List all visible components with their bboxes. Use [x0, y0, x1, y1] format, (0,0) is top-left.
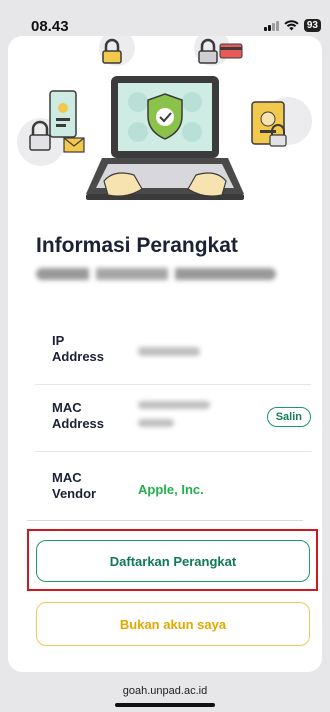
divider [27, 520, 303, 521]
info-label: IP Address [52, 333, 105, 364]
register-device-button[interactable]: Daftarkan Perangkat [36, 540, 310, 582]
mac-value-redacted [138, 419, 174, 427]
status-time: 08.43 [31, 18, 69, 35]
not-my-account-button[interactable]: Bukan akun saya [36, 602, 310, 646]
page-title: Informasi Perangkat [36, 234, 238, 257]
info-row-vendor: MAC Vendor Apple, Inc. [35, 452, 311, 518]
info-label: MAC Address [52, 400, 105, 431]
device-info-list: IP Address MAC Address Salin MAC Vendor … [35, 318, 311, 518]
wifi-icon [284, 20, 299, 31]
info-row-mac: MAC Address Salin [35, 385, 311, 452]
mac-value-redacted [138, 401, 210, 409]
url-bar[interactable]: goah.unpad.ac.id [0, 685, 330, 697]
home-indicator [115, 703, 215, 707]
copy-mac-button[interactable]: Salin [266, 407, 311, 427]
info-row-ip: IP Address [35, 318, 311, 385]
vendor-value: Apple, Inc. [138, 482, 204, 497]
info-label: MAC Vendor [52, 470, 97, 501]
battery-icon: 93 [303, 19, 321, 32]
user-name-redacted [36, 268, 276, 280]
signal-icon [263, 20, 279, 31]
status-icons: 93 [263, 19, 321, 32]
device-security-illustration [17, 36, 312, 200]
ip-value-redacted [138, 347, 200, 356]
